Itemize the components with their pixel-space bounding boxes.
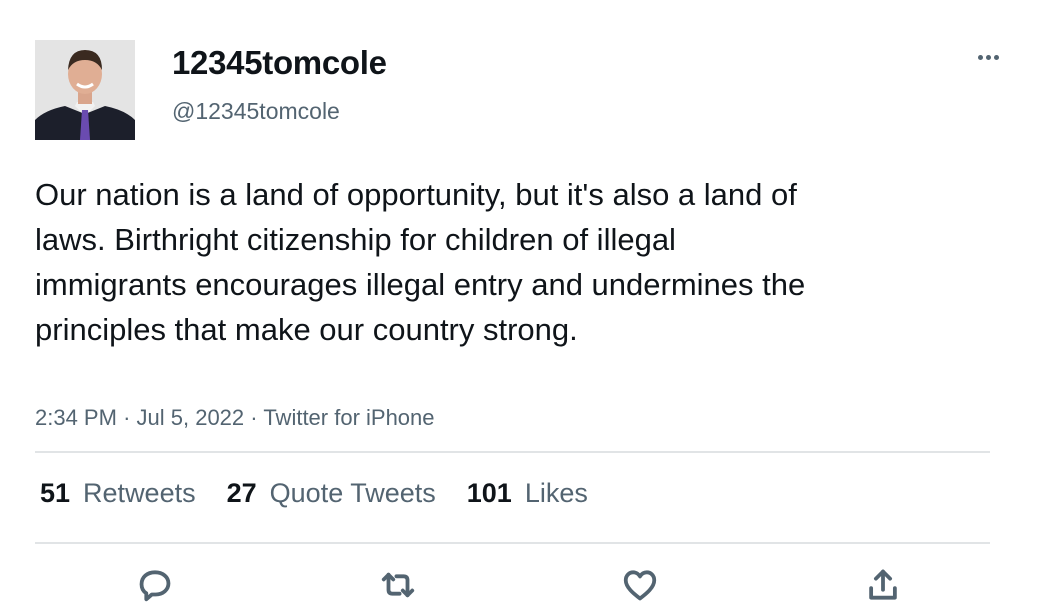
avatar[interactable] [35, 40, 135, 140]
divider [35, 542, 990, 544]
likes-count: 101 [466, 478, 512, 508]
retweets-label: Retweets [83, 478, 196, 508]
quote-tweets-count: 27 [226, 478, 257, 508]
likes-label: Likes [524, 478, 588, 508]
like-icon [623, 570, 657, 601]
user-handle[interactable]: @12345tomcole [172, 98, 340, 125]
retweets-count: 51 [40, 478, 71, 508]
tweet-stats: 51 Retweets 27 Quote Tweets 101 Likes [40, 478, 619, 509]
share-button[interactable] [863, 565, 903, 605]
tweet-source[interactable]: Twitter for iPhone [263, 405, 434, 430]
quote-tweets-label: Quote Tweets [269, 478, 436, 508]
retweets-stat[interactable]: 51 Retweets [40, 478, 196, 509]
tweet-time[interactable]: 2:34 PM [35, 405, 117, 430]
retweet-icon [381, 572, 415, 598]
tweet-date[interactable]: Jul 5, 2022 [137, 405, 245, 430]
more-options-button[interactable] [970, 44, 1006, 70]
meta-separator: · [250, 405, 258, 430]
tweet-meta: 2:34 PM · Jul 5, 2022 · Twitter for iPho… [35, 405, 435, 431]
tweet-text: Our nation is a land of opportunity, but… [35, 177, 806, 347]
retweet-button[interactable] [378, 565, 418, 605]
divider [35, 451, 990, 453]
more-icon [977, 54, 983, 60]
reply-icon [139, 570, 171, 602]
quote-tweets-stat[interactable]: 27 Quote Tweets [227, 478, 436, 509]
like-button[interactable] [620, 565, 660, 605]
meta-separator: · [123, 405, 131, 430]
likes-stat[interactable]: 101 Likes [467, 478, 588, 509]
display-name[interactable]: 12345tomcole [172, 44, 387, 82]
reply-button[interactable] [135, 565, 175, 605]
share-icon [869, 569, 897, 600]
avatar-image [35, 40, 135, 140]
